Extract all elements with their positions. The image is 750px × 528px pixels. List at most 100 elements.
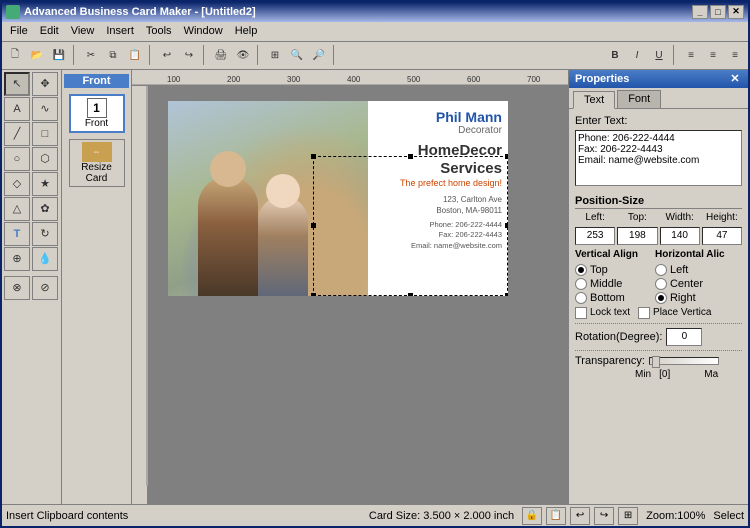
radio-left-dot (655, 264, 667, 276)
toolbar-zoom-out[interactable]: 🔎 (308, 44, 330, 66)
radio-right-dot (655, 292, 667, 304)
menu-edit[interactable]: Edit (34, 23, 65, 39)
tool-oval[interactable]: ○ (4, 147, 30, 171)
tool-line[interactable]: ╱ (4, 122, 30, 146)
svg-text:100: 100 (167, 75, 181, 84)
card-1[interactable]: 1 Front (69, 94, 125, 133)
menu-tools[interactable]: Tools (140, 23, 178, 39)
transparency-row: Transparency: (575, 355, 742, 367)
status-icon-2[interactable]: 📋 (546, 507, 566, 525)
toolbar-cut[interactable]: ✂ (80, 44, 102, 66)
tb-sep5 (333, 45, 337, 65)
status-icon-1[interactable]: 🔒 (522, 507, 542, 525)
bc-content-area: Phil Mann Decorator HomeDecor Services T… (368, 101, 508, 296)
toolbar-underline[interactable]: U (648, 44, 670, 66)
radio-center[interactable]: Center (655, 278, 725, 290)
left-input[interactable] (575, 227, 615, 245)
lock-row: Lock text Place Vertica (575, 307, 742, 319)
toolbar-paste[interactable]: 📋 (124, 44, 146, 66)
menu-file[interactable]: File (4, 23, 34, 39)
tool-move[interactable]: ✥ (32, 72, 58, 96)
toolbar-new[interactable]: 🗋 (4, 44, 26, 66)
radio-right[interactable]: Right (655, 292, 725, 304)
toolbar-align-right[interactable]: ≡ (724, 44, 746, 66)
toolbar-copy[interactable]: ⧉ (102, 44, 124, 66)
tool-tri[interactable]: △ (4, 197, 30, 221)
tab-font[interactable]: Font (617, 90, 661, 108)
bc-title: Decorator (374, 125, 502, 136)
maximize-button[interactable]: □ (710, 5, 726, 19)
tool-rect[interactable]: □ (32, 122, 58, 146)
status-icon-5[interactable]: ⊞ (618, 507, 638, 525)
toolbar-open[interactable]: 📂 (26, 44, 48, 66)
tool-special[interactable]: ✿ (32, 197, 58, 221)
slider-thumb (652, 356, 660, 368)
tool-wordart[interactable]: T (4, 222, 30, 246)
height-label: Height: (702, 212, 742, 223)
toolbar-preview[interactable]: 👁 (232, 44, 254, 66)
left-label: Left: (575, 212, 615, 223)
status-icon-3[interactable]: ↩ (570, 507, 590, 525)
top-input[interactable] (617, 227, 657, 245)
toolbar-italic[interactable]: I (626, 44, 648, 66)
menu-insert[interactable]: Insert (100, 23, 140, 39)
tb-sep1 (73, 45, 77, 65)
resize-label: Resize Card (72, 162, 122, 184)
resize-card[interactable]: ⇔ Resize Card (69, 139, 125, 187)
tool-poly[interactable]: ⬡ (32, 147, 58, 171)
tb-sep4 (257, 45, 261, 65)
radio-left[interactable]: Left (655, 264, 725, 276)
transparency-val: [0] (659, 369, 670, 380)
tool-text[interactable]: A (4, 97, 30, 121)
vertical-align-col: Vertical Align Top Middle Bottom (575, 249, 638, 304)
rotation-input[interactable] (666, 328, 702, 346)
minimize-button[interactable]: _ (692, 5, 708, 19)
toolbar-bold[interactable]: B (604, 44, 626, 66)
tool-curve[interactable]: ∿ (32, 97, 58, 121)
properties-title: Properties ✕ (569, 70, 748, 88)
horizontal-align-col: Horizontal Alic Left Center Right (655, 249, 725, 304)
canvas-area[interactable]: Phil Mann Decorator HomeDecor Services T… (148, 86, 568, 505)
toolbar-print[interactable]: 🖨 (210, 44, 232, 66)
toolbar-redo[interactable]: ↪ (178, 44, 200, 66)
enter-text-label: Enter Text: (575, 115, 742, 127)
height-input[interactable] (702, 227, 742, 245)
ruler-side-area: Phil Mann Decorator HomeDecor Services T… (132, 86, 568, 505)
toolbar-align-left[interactable]: ≡ (680, 44, 702, 66)
ruler-container: 100 200 300 400 500 600 700 (132, 70, 568, 505)
tool-diamond[interactable]: ◇ (4, 172, 30, 196)
menu-window[interactable]: Window (178, 23, 229, 39)
tool-rotate[interactable]: ↻ (32, 222, 58, 246)
menu-view[interactable]: View (65, 23, 101, 39)
menu-help[interactable]: Help (229, 23, 264, 39)
tab-text[interactable]: Text (573, 91, 615, 109)
transparency-slider[interactable] (649, 357, 719, 365)
radio-middle[interactable]: Middle (575, 278, 638, 290)
close-button[interactable]: ✕ (728, 5, 744, 19)
cards-panel: Front 1 Front ⇔ Resize Card (62, 70, 132, 505)
status-icon-4[interactable]: ↪ (594, 507, 614, 525)
radio-bottom[interactable]: Bottom (575, 292, 638, 304)
text-input[interactable]: Phone: 206-222-4444 Fax: 206-222-4443 Em… (575, 130, 742, 186)
tool-zoom[interactable]: ⊕ (4, 247, 30, 271)
properties-close-button[interactable]: ✕ (728, 72, 742, 86)
toolbar-save[interactable]: 💾 (48, 44, 70, 66)
tool-extra2[interactable]: ⊘ (32, 276, 58, 300)
toolbar-undo[interactable]: ↩ (156, 44, 178, 66)
window-title: Advanced Business Card Maker - [Untitled… (24, 6, 256, 18)
tool-star[interactable]: ★ (32, 172, 58, 196)
tool-eyedrop[interactable]: 💧 (32, 247, 58, 271)
tool-extra1[interactable]: ⊗ (4, 276, 30, 300)
position-inputs (575, 227, 742, 245)
lock-text-checkbox[interactable]: Lock text (575, 307, 630, 319)
place-vertical-checkbox[interactable]: Place Vertica (638, 307, 711, 319)
main-area: ↖ ✥ A ∿ ╱ □ ○ ⬡ ◇ ★ △ ✿ T ↻ ⊕ 💧 ⊗ ⊘ (2, 70, 748, 505)
tool-select[interactable]: ↖ (4, 72, 30, 96)
radio-top[interactable]: Top (575, 264, 638, 276)
toolbar-grid[interactable]: ⊞ (264, 44, 286, 66)
toolbar-align-center[interactable]: ≡ (702, 44, 724, 66)
tb-sep3 (203, 45, 207, 65)
rotation-row: Rotation(Degree): (575, 328, 742, 346)
toolbar-zoom-in[interactable]: 🔍 (286, 44, 308, 66)
width-input[interactable] (660, 227, 700, 245)
